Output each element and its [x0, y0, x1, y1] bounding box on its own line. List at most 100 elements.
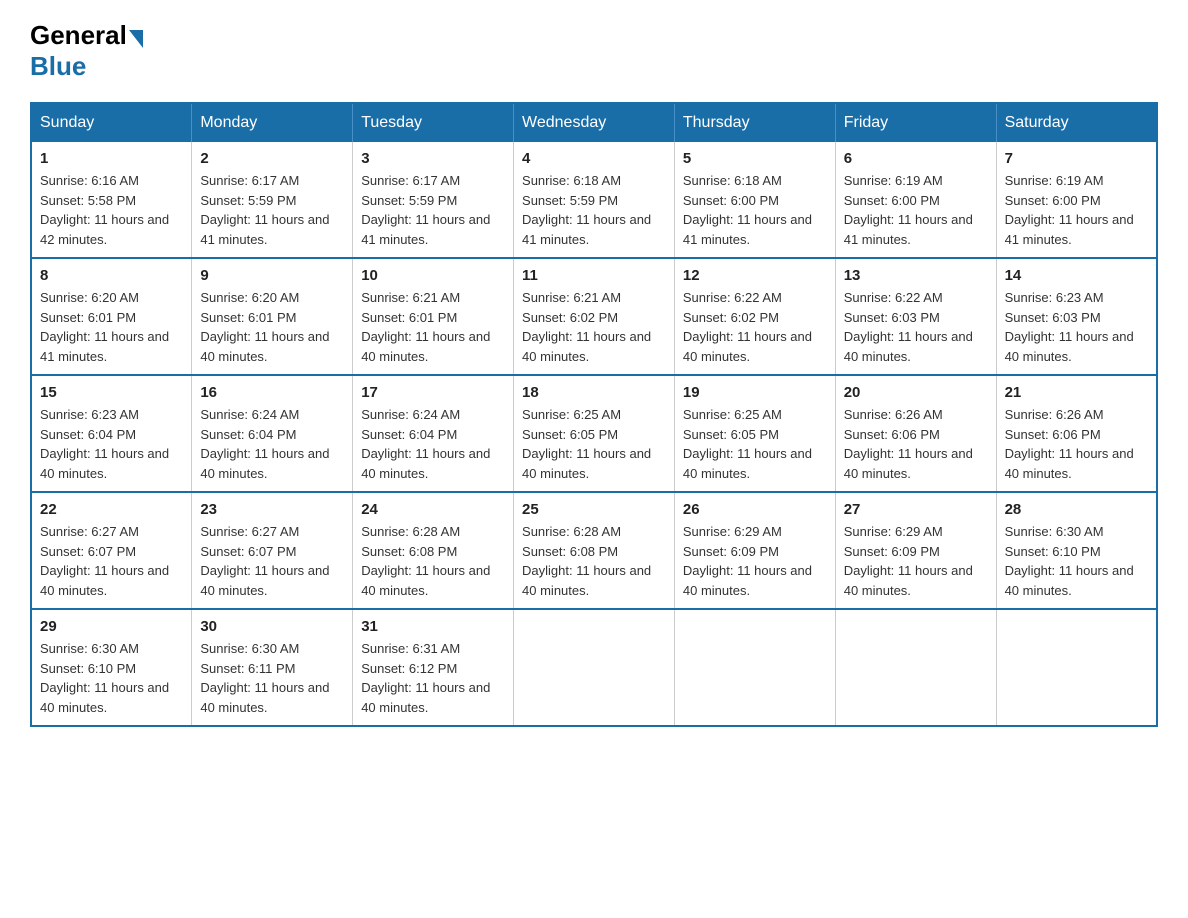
day-info: Sunrise: 6:31 AM Sunset: 6:12 PM Dayligh… — [361, 639, 505, 717]
calendar-day-cell: 16 Sunrise: 6:24 AM Sunset: 6:04 PM Dayl… — [192, 375, 353, 492]
day-number: 19 — [683, 384, 827, 401]
day-info: Sunrise: 6:24 AM Sunset: 6:04 PM Dayligh… — [361, 405, 505, 483]
calendar-week-row: 1 Sunrise: 6:16 AM Sunset: 5:58 PM Dayli… — [31, 142, 1157, 258]
calendar-week-row: 8 Sunrise: 6:20 AM Sunset: 6:01 PM Dayli… — [31, 258, 1157, 375]
calendar-day-cell: 22 Sunrise: 6:27 AM Sunset: 6:07 PM Dayl… — [31, 492, 192, 609]
logo-blue-text: Blue — [30, 51, 86, 81]
day-info: Sunrise: 6:30 AM Sunset: 6:10 PM Dayligh… — [40, 639, 183, 717]
calendar-day-cell: 13 Sunrise: 6:22 AM Sunset: 6:03 PM Dayl… — [835, 258, 996, 375]
day-of-week-header: Monday — [192, 103, 353, 142]
calendar-header-row: SundayMondayTuesdayWednesdayThursdayFrid… — [31, 103, 1157, 142]
calendar-day-cell: 21 Sunrise: 6:26 AM Sunset: 6:06 PM Dayl… — [996, 375, 1157, 492]
day-info: Sunrise: 6:23 AM Sunset: 6:04 PM Dayligh… — [40, 405, 183, 483]
day-number: 20 — [844, 384, 988, 401]
calendar-day-cell: 8 Sunrise: 6:20 AM Sunset: 6:01 PM Dayli… — [31, 258, 192, 375]
day-of-week-header: Thursday — [674, 103, 835, 142]
day-info: Sunrise: 6:28 AM Sunset: 6:08 PM Dayligh… — [361, 522, 505, 600]
day-number: 14 — [1005, 267, 1148, 284]
day-info: Sunrise: 6:27 AM Sunset: 6:07 PM Dayligh… — [200, 522, 344, 600]
day-info: Sunrise: 6:18 AM Sunset: 5:59 PM Dayligh… — [522, 171, 666, 249]
calendar-day-cell: 20 Sunrise: 6:26 AM Sunset: 6:06 PM Dayl… — [835, 375, 996, 492]
calendar-day-cell: 30 Sunrise: 6:30 AM Sunset: 6:11 PM Dayl… — [192, 609, 353, 726]
calendar-day-cell: 7 Sunrise: 6:19 AM Sunset: 6:00 PM Dayli… — [996, 142, 1157, 258]
calendar-day-cell: 29 Sunrise: 6:30 AM Sunset: 6:10 PM Dayl… — [31, 609, 192, 726]
logo-arrow-icon — [129, 30, 143, 48]
day-info: Sunrise: 6:17 AM Sunset: 5:59 PM Dayligh… — [361, 171, 505, 249]
calendar-week-row: 22 Sunrise: 6:27 AM Sunset: 6:07 PM Dayl… — [31, 492, 1157, 609]
day-info: Sunrise: 6:21 AM Sunset: 6:01 PM Dayligh… — [361, 288, 505, 366]
calendar-day-cell: 27 Sunrise: 6:29 AM Sunset: 6:09 PM Dayl… — [835, 492, 996, 609]
day-number: 21 — [1005, 384, 1148, 401]
day-number: 6 — [844, 150, 988, 167]
day-info: Sunrise: 6:26 AM Sunset: 6:06 PM Dayligh… — [844, 405, 988, 483]
calendar-day-cell: 3 Sunrise: 6:17 AM Sunset: 5:59 PM Dayli… — [353, 142, 514, 258]
day-info: Sunrise: 6:29 AM Sunset: 6:09 PM Dayligh… — [683, 522, 827, 600]
day-info: Sunrise: 6:30 AM Sunset: 6:10 PM Dayligh… — [1005, 522, 1148, 600]
calendar-week-row: 15 Sunrise: 6:23 AM Sunset: 6:04 PM Dayl… — [31, 375, 1157, 492]
logo: General Blue — [30, 20, 145, 82]
calendar-day-cell: 9 Sunrise: 6:20 AM Sunset: 6:01 PM Dayli… — [192, 258, 353, 375]
day-number: 13 — [844, 267, 988, 284]
day-info: Sunrise: 6:19 AM Sunset: 6:00 PM Dayligh… — [1005, 171, 1148, 249]
day-number: 27 — [844, 501, 988, 518]
day-number: 18 — [522, 384, 666, 401]
day-of-week-header: Tuesday — [353, 103, 514, 142]
day-number: 2 — [200, 150, 344, 167]
day-of-week-header: Friday — [835, 103, 996, 142]
day-of-week-header: Wednesday — [514, 103, 675, 142]
day-number: 1 — [40, 150, 183, 167]
day-info: Sunrise: 6:17 AM Sunset: 5:59 PM Dayligh… — [200, 171, 344, 249]
day-number: 12 — [683, 267, 827, 284]
day-number: 3 — [361, 150, 505, 167]
day-number: 11 — [522, 267, 666, 284]
day-info: Sunrise: 6:23 AM Sunset: 6:03 PM Dayligh… — [1005, 288, 1148, 366]
calendar-day-cell: 31 Sunrise: 6:31 AM Sunset: 6:12 PM Dayl… — [353, 609, 514, 726]
day-number: 25 — [522, 501, 666, 518]
day-number: 30 — [200, 618, 344, 635]
calendar-day-cell — [514, 609, 675, 726]
day-number: 24 — [361, 501, 505, 518]
calendar-day-cell: 17 Sunrise: 6:24 AM Sunset: 6:04 PM Dayl… — [353, 375, 514, 492]
calendar-table: SundayMondayTuesdayWednesdayThursdayFrid… — [30, 102, 1158, 727]
day-number: 15 — [40, 384, 183, 401]
calendar-day-cell — [674, 609, 835, 726]
day-number: 7 — [1005, 150, 1148, 167]
day-number: 29 — [40, 618, 183, 635]
calendar-day-cell: 15 Sunrise: 6:23 AM Sunset: 6:04 PM Dayl… — [31, 375, 192, 492]
day-info: Sunrise: 6:30 AM Sunset: 6:11 PM Dayligh… — [200, 639, 344, 717]
day-number: 8 — [40, 267, 183, 284]
calendar-day-cell: 1 Sunrise: 6:16 AM Sunset: 5:58 PM Dayli… — [31, 142, 192, 258]
day-number: 16 — [200, 384, 344, 401]
day-info: Sunrise: 6:28 AM Sunset: 6:08 PM Dayligh… — [522, 522, 666, 600]
day-number: 28 — [1005, 501, 1148, 518]
calendar-day-cell — [996, 609, 1157, 726]
calendar-day-cell: 25 Sunrise: 6:28 AM Sunset: 6:08 PM Dayl… — [514, 492, 675, 609]
calendar-day-cell — [835, 609, 996, 726]
day-info: Sunrise: 6:21 AM Sunset: 6:02 PM Dayligh… — [522, 288, 666, 366]
calendar-day-cell: 18 Sunrise: 6:25 AM Sunset: 6:05 PM Dayl… — [514, 375, 675, 492]
page-header: General Blue — [30, 20, 1158, 82]
calendar-day-cell: 24 Sunrise: 6:28 AM Sunset: 6:08 PM Dayl… — [353, 492, 514, 609]
day-info: Sunrise: 6:19 AM Sunset: 6:00 PM Dayligh… — [844, 171, 988, 249]
calendar-day-cell: 2 Sunrise: 6:17 AM Sunset: 5:59 PM Dayli… — [192, 142, 353, 258]
day-number: 10 — [361, 267, 505, 284]
logo-general-text: General — [30, 20, 127, 51]
day-of-week-header: Saturday — [996, 103, 1157, 142]
day-of-week-header: Sunday — [31, 103, 192, 142]
day-info: Sunrise: 6:20 AM Sunset: 6:01 PM Dayligh… — [200, 288, 344, 366]
day-info: Sunrise: 6:25 AM Sunset: 6:05 PM Dayligh… — [522, 405, 666, 483]
day-number: 4 — [522, 150, 666, 167]
day-number: 31 — [361, 618, 505, 635]
day-number: 9 — [200, 267, 344, 284]
day-info: Sunrise: 6:27 AM Sunset: 6:07 PM Dayligh… — [40, 522, 183, 600]
day-number: 5 — [683, 150, 827, 167]
day-info: Sunrise: 6:24 AM Sunset: 6:04 PM Dayligh… — [200, 405, 344, 483]
calendar-day-cell: 10 Sunrise: 6:21 AM Sunset: 6:01 PM Dayl… — [353, 258, 514, 375]
calendar-day-cell: 19 Sunrise: 6:25 AM Sunset: 6:05 PM Dayl… — [674, 375, 835, 492]
day-number: 23 — [200, 501, 344, 518]
calendar-day-cell: 23 Sunrise: 6:27 AM Sunset: 6:07 PM Dayl… — [192, 492, 353, 609]
calendar-day-cell: 11 Sunrise: 6:21 AM Sunset: 6:02 PM Dayl… — [514, 258, 675, 375]
calendar-day-cell: 5 Sunrise: 6:18 AM Sunset: 6:00 PM Dayli… — [674, 142, 835, 258]
calendar-day-cell: 14 Sunrise: 6:23 AM Sunset: 6:03 PM Dayl… — [996, 258, 1157, 375]
day-info: Sunrise: 6:29 AM Sunset: 6:09 PM Dayligh… — [844, 522, 988, 600]
